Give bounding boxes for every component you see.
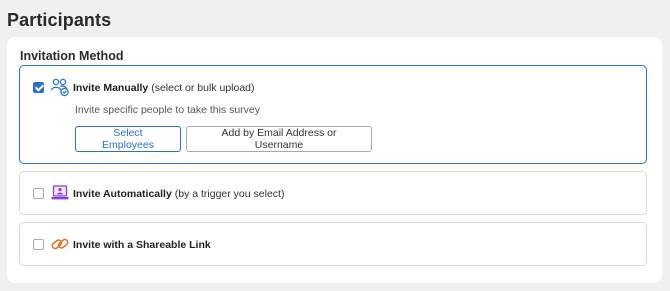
section-label: Invitation Method (20, 49, 124, 63)
invite-manually-description: Invite specific people to take this surv… (75, 104, 261, 116)
option-invite-manually[interactable]: Invite Manually (select or bulk upload) … (19, 65, 647, 164)
add-by-email-button[interactable]: Add by Email Address or Username (186, 126, 372, 152)
shareable-link-title: Invite with a Shareable Link (73, 239, 211, 251)
invite-manually-title: Invite Manually (select or bulk upload) (73, 82, 255, 94)
shareable-link-label: Invite with a Shareable Link (73, 239, 211, 251)
invite-automatically-label: Invite Automatically (73, 188, 172, 200)
people-check-icon (50, 78, 69, 97)
automation-laptop-icon (51, 185, 69, 200)
invite-manually-label: Invite Manually (73, 82, 149, 94)
select-employees-button[interactable]: Select Employees (75, 126, 181, 152)
shareable-link-checkbox[interactable] (33, 239, 44, 250)
option-invite-automatically[interactable]: Invite Automatically (by a trigger you s… (19, 171, 647, 215)
invite-automatically-checkbox[interactable] (33, 188, 44, 199)
link-icon (51, 238, 69, 250)
invite-manually-checkbox[interactable] (33, 82, 44, 93)
invite-automatically-subtitle: (by a trigger you select) (174, 188, 285, 200)
invite-manually-subtitle: (select or bulk upload) (151, 82, 255, 94)
invite-automatically-title: Invite Automatically (by a trigger you s… (73, 188, 284, 200)
page-title: Participants (7, 10, 112, 30)
invitation-panel: Invitation Method Invite Manually (selec… (7, 37, 662, 283)
option-shareable-link[interactable]: Invite with a Shareable Link (19, 222, 647, 266)
